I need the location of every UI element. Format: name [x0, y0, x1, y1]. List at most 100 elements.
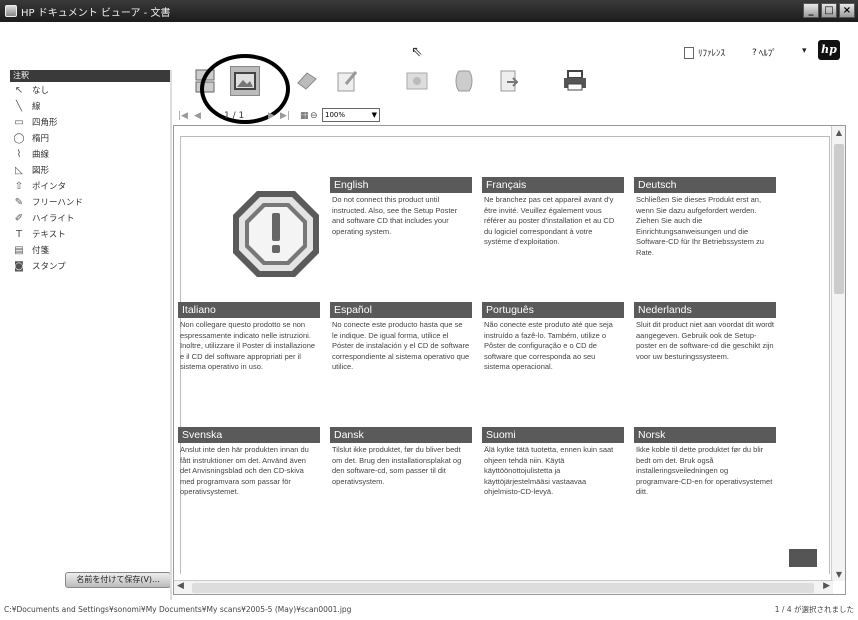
language-heading: Italiano — [178, 302, 320, 318]
annotation-tool-label: 四角形 — [32, 118, 58, 128]
annotation-tool-9[interactable]: ✐ ハイライト — [10, 210, 170, 226]
freehand-icon: ✎ — [14, 196, 24, 208]
next-page-icon[interactable]: ▶ — [268, 111, 275, 121]
minimize-button[interactable]: _ — [803, 3, 819, 18]
last-page-icon[interactable]: ▶| — [280, 111, 290, 121]
send-icon[interactable] — [494, 66, 524, 96]
zoom-out-icon[interactable]: ⊖ — [310, 111, 318, 121]
annotation-tool-3[interactable]: ▭ 四角形 — [10, 114, 170, 130]
rotate-icon[interactable] — [292, 66, 322, 96]
language-text: Anslut inte den här produkten innan du f… — [180, 445, 309, 496]
vertical-scrollbar[interactable]: ▲ ▼ — [831, 126, 845, 581]
language-block: Italiano Non collegare questo prodotto se… — [178, 302, 320, 373]
language-heading: Français — [482, 177, 624, 193]
language-text: Tilslut ikke produktet, før du bliver be… — [332, 445, 462, 486]
scroll-up-icon[interactable]: ▲ — [832, 128, 846, 137]
annotation-tool-label: スタンプ — [32, 262, 66, 272]
zoom-value: 100% — [325, 111, 346, 119]
horizontal-scroll-thumb[interactable] — [192, 583, 814, 593]
annotation-tool-6[interactable]: ◺ 図形 — [10, 162, 170, 178]
annotation-tool-label: 曲線 — [32, 150, 50, 160]
reference-menu[interactable]: ﾘﾌｧﾚﾝｽ — [684, 46, 725, 59]
annotation-tool-4[interactable]: ◯ 楕円 — [10, 130, 170, 146]
help-label: ﾍﾙﾌﾟ — [758, 49, 777, 59]
annotation-tool-2[interactable]: ╲ 線 — [10, 98, 170, 114]
language-block: Suomi Älä kytke tätä tuotetta, ennen kuin… — [482, 427, 624, 498]
maximize-button[interactable]: □ — [821, 3, 837, 18]
page-indicator: 1 / 1 — [224, 111, 245, 121]
fit-page-icon[interactable]: ▦ — [300, 111, 309, 121]
zoom-select[interactable]: 100% ▼ — [322, 108, 380, 122]
annotation-tool-1[interactable]: ↖ なし — [10, 82, 170, 98]
language-block: Dansk Tilslut ikke produktet, før du bliv… — [330, 427, 472, 487]
horizontal-scrollbar[interactable]: ◀ ▶ — [174, 580, 833, 594]
fax-icon[interactable] — [450, 66, 480, 96]
annotation-tool-label: ポインタ — [32, 182, 67, 192]
selection-status: 1 / 4 が選択されました — [774, 605, 854, 614]
annotation-tool-label: なし — [32, 86, 50, 96]
annotation-panel: 注釈 ↖ なし ╲ 線 ▭ 四角形 ◯ 楕円 ⌇ 曲線 ◺ 図形 ⇧ ポインタ ✎ フリーハンド ✐ ハイライト T… — [10, 70, 171, 610]
document-view[interactable]: English Do not connect this product until… — [173, 125, 846, 595]
language-heading: Suomi — [482, 427, 624, 443]
menu-row: ﾘﾌｧﾚﾝｽ ? ﾍﾙﾌﾟ ▾ hp — [0, 22, 858, 62]
language-block: Español No conecte este producto hasta qu… — [330, 302, 472, 373]
arrow-icon: ⇧ — [14, 180, 24, 192]
help-dropdown-arrow[interactable]: ▾ — [802, 46, 807, 56]
print-icon[interactable] — [560, 66, 590, 96]
save-as-button[interactable]: 名前を付けて保存(V)... — [65, 572, 171, 588]
language-text: Älä kytke tätä tuotetta, ennen kuin saat… — [484, 445, 614, 496]
language-text: No conecte este producto hasta que se le… — [332, 320, 470, 371]
language-text: Não conecte este produto até que seja in… — [484, 320, 613, 371]
language-block: English Do not connect this product until… — [330, 177, 472, 237]
language-text: Sluit dit product niet aan voordat dit w… — [636, 320, 774, 361]
language-block: Português Não conecte este produto até qu… — [482, 302, 624, 373]
page-corner-mark — [789, 549, 817, 567]
language-heading: English — [330, 177, 472, 193]
help-menu[interactable]: ? ﾍﾙﾌﾟ — [752, 46, 777, 60]
edit-icon[interactable] — [332, 66, 362, 96]
file-path: C:¥Documents and Settings¥sonomi¥My Docu… — [4, 605, 352, 614]
language-heading: Español — [330, 302, 472, 318]
window-controls: _ □ × — [803, 3, 855, 18]
previous-page-icon[interactable]: ◀ — [194, 111, 201, 121]
window-title: HP ドキュメント ビューア - 文書 — [21, 7, 171, 19]
help-icon: ? — [752, 47, 757, 58]
polygon-icon: ◺ — [15, 164, 23, 176]
language-text: Do not connect this product until instru… — [332, 195, 458, 236]
pointer-icon: ↖ — [14, 84, 24, 96]
language-heading: Svenska — [178, 427, 320, 443]
photo-icon[interactable] — [402, 66, 432, 96]
panel-splitter[interactable] — [170, 70, 172, 615]
annotation-tool-label: ハイライト — [32, 214, 75, 224]
annotation-header: 注釈 — [10, 70, 170, 82]
annotation-tool-11[interactable]: ▤ 付箋 — [10, 242, 170, 258]
scroll-down-icon[interactable]: ▼ — [832, 570, 846, 579]
annotation-tool-label: フリーハンド — [32, 198, 83, 208]
language-heading: Dansk — [330, 427, 472, 443]
text-icon: T — [15, 228, 23, 240]
scroll-right-icon[interactable]: ▶ — [823, 581, 830, 591]
close-button[interactable]: × — [839, 3, 855, 18]
annotation-tool-10[interactable]: T テキスト — [10, 226, 170, 242]
vertical-scroll-thumb[interactable] — [834, 144, 844, 294]
language-block: Français Ne branchez pas cet appareil ava… — [482, 177, 624, 248]
language-text: Ikke koble til dette produktet før du bl… — [636, 445, 773, 496]
mouse-cursor-icon: ⇖ — [411, 44, 423, 60]
language-heading: Deutsch — [634, 177, 776, 193]
annotation-tool-12[interactable]: ◙ スタンプ — [10, 258, 170, 274]
annotation-tool-label: 付箋 — [32, 246, 50, 256]
language-heading: Nederlands — [634, 302, 776, 318]
annotation-tool-8[interactable]: ✎ フリーハンド — [10, 194, 170, 210]
language-heading: Norsk — [634, 427, 776, 443]
first-page-icon[interactable]: |◀ — [178, 111, 188, 121]
navigation-row: |◀ ◀ 1 / 1 ▶ ▶| ▦ ⊖ ⊕ 100% ▼ — [176, 108, 846, 124]
annotation-tool-7[interactable]: ⇧ ポインタ — [10, 178, 170, 194]
scroll-left-icon[interactable]: ◀ — [177, 581, 184, 591]
scanned-page: English Do not connect this product until… — [178, 136, 830, 574]
curve-icon: ⌇ — [16, 148, 22, 160]
annotation-tool-5[interactable]: ⌇ 曲線 — [10, 146, 170, 162]
status-bar: C:¥Documents and Settings¥sonomi¥My Docu… — [0, 600, 858, 620]
language-text: Non collegare questo prodotto se non esp… — [180, 320, 316, 371]
line-icon: ╲ — [15, 100, 23, 112]
hp-logo: hp — [818, 40, 840, 60]
